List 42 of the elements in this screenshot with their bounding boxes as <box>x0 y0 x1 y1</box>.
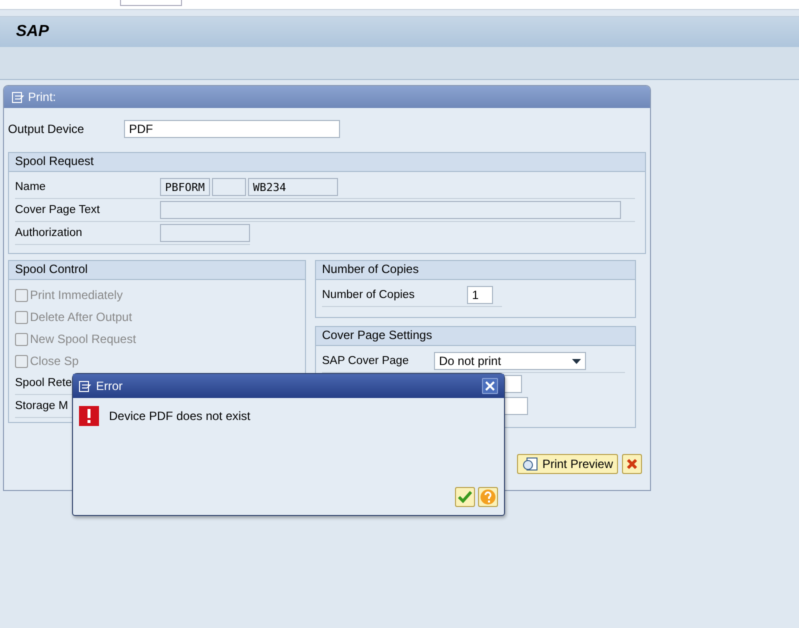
cancel-button[interactable] <box>622 454 642 474</box>
help-icon <box>480 489 496 505</box>
close-button[interactable] <box>482 378 498 394</box>
document-icon <box>522 457 538 471</box>
field-label: SAP Cover Page <box>322 355 410 367</box>
field-label: Cover Page Text <box>15 204 101 216</box>
checkbox-label: Delete After Output <box>30 310 132 324</box>
window-icon <box>12 92 24 102</box>
app-title: SAP <box>16 23 49 41</box>
print-preview-button[interactable]: Print Preview <box>517 454 618 474</box>
field-label: Number of Copies <box>322 289 416 301</box>
field-label: Name <box>15 181 47 193</box>
group-title: Number of Copies <box>316 261 635 280</box>
field-label: Output Device <box>8 122 86 136</box>
field-label: Storage M <box>15 400 68 412</box>
output-device-field[interactable]: PDF <box>124 120 340 138</box>
checkbox-label: Close Sp <box>30 354 79 368</box>
group-title: Cover Page Settings <box>316 327 635 346</box>
field-label: Authorization <box>15 227 84 239</box>
group-title: Spool Control <box>9 261 305 280</box>
check-icon <box>458 491 472 503</box>
cover-text-field[interactable] <box>160 201 621 219</box>
close-icon <box>485 381 495 391</box>
group-title: Spool Request <box>9 153 645 172</box>
close-icon <box>626 458 638 470</box>
field-label: Spool Rete <box>15 377 72 389</box>
checkbox-label: New Spool Request <box>30 332 136 346</box>
authorization-field[interactable] <box>160 224 250 242</box>
copies-field[interactable]: 1 <box>467 286 493 304</box>
dialog-title: Error <box>96 379 123 393</box>
name-field[interactable]: PBFORM <box>160 178 210 196</box>
name-field[interactable]: WB234 <box>248 178 338 196</box>
cover-page-dropdown[interactable]: Do not print <box>434 352 586 370</box>
window-icon <box>79 380 91 392</box>
panel-title: Print: <box>28 90 56 104</box>
ok-button[interactable] <box>455 487 475 507</box>
checkbox-label: Print Immediately <box>30 288 123 302</box>
name-field[interactable] <box>212 178 246 196</box>
error-icon <box>79 406 99 426</box>
caret-icon <box>572 358 581 364</box>
help-button[interactable] <box>478 487 498 507</box>
error-message: Device PDF does not exist <box>109 409 250 423</box>
